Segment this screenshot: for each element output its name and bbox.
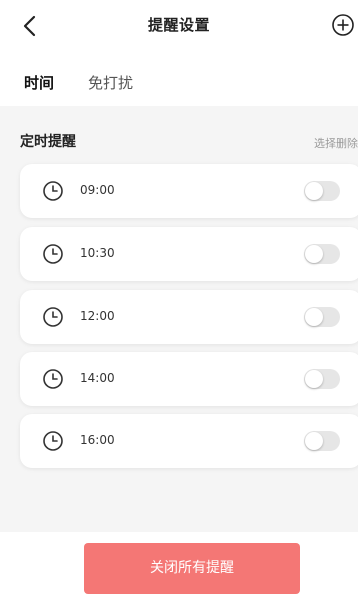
tab-do-not-disturb[interactable]: 免打扰 <box>88 72 133 93</box>
reminder-toggle[interactable] <box>304 431 340 451</box>
reminder-card[interactable]: 12:00 <box>20 290 358 344</box>
header: 提醒设置 <box>0 0 358 52</box>
clock-icon <box>43 431 63 451</box>
plus-circle-icon <box>332 14 354 36</box>
reminder-list-area: 定时提醒 选择删除 09:00 10:30 12:00 14:00 16:00 <box>0 106 358 532</box>
reminder-time: 12:00 <box>80 309 115 323</box>
clock-icon <box>43 181 63 201</box>
page-title: 提醒设置 <box>147 16 210 34</box>
reminder-toggle[interactable] <box>304 307 340 327</box>
reminder-toggle[interactable] <box>304 369 340 389</box>
reminder-time: 09:00 <box>80 183 115 197</box>
reminder-time: 16:00 <box>80 433 115 447</box>
toggle-knob <box>305 370 323 388</box>
clock-icon <box>43 307 63 327</box>
reminder-card[interactable]: 10:30 <box>20 227 358 281</box>
select-delete-link[interactable]: 选择删除 <box>314 135 358 151</box>
reminder-time: 14:00 <box>80 371 115 385</box>
tab-bar: 时间 免打扰 <box>0 52 358 106</box>
toggle-knob <box>305 182 323 200</box>
reminder-toggle[interactable] <box>304 244 340 264</box>
tab-time[interactable]: 时间 <box>24 72 54 93</box>
reminder-card[interactable]: 16:00 <box>20 414 358 468</box>
bottom-bar: 关闭所有提醒 <box>0 532 358 608</box>
toggle-knob <box>305 308 323 326</box>
reminder-card[interactable]: 14:00 <box>20 352 358 406</box>
add-reminder-button[interactable] <box>330 12 356 38</box>
clock-icon <box>43 244 63 264</box>
reminder-card[interactable]: 09:00 <box>20 164 358 218</box>
reminder-time: 10:30 <box>80 246 115 260</box>
section-title: 定时提醒 <box>20 134 76 150</box>
reminder-toggle[interactable] <box>304 181 340 201</box>
close-all-reminders-button[interactable]: 关闭所有提醒 <box>84 543 300 594</box>
toggle-knob <box>305 432 323 450</box>
clock-icon <box>43 369 63 389</box>
toggle-knob <box>305 245 323 263</box>
